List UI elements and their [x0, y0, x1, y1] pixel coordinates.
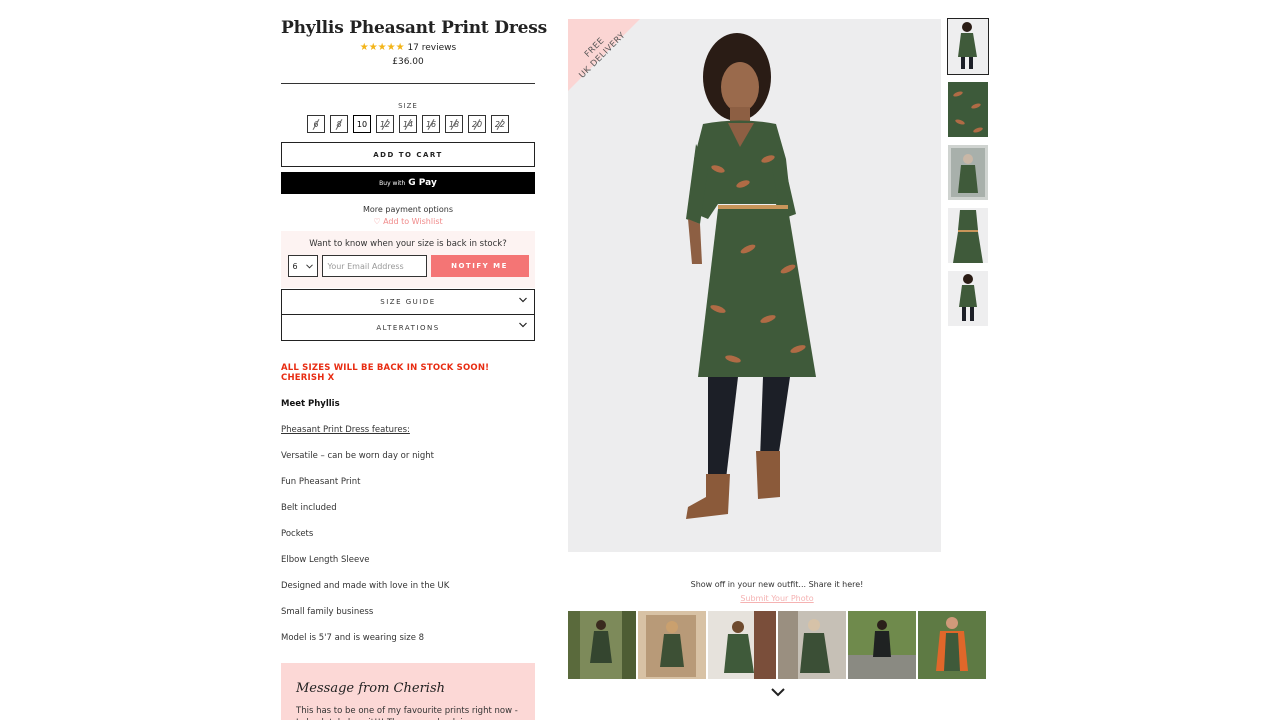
message-body: This has to be one of my favourite print…: [296, 706, 518, 720]
customer-photo-selfie-icon: [708, 611, 776, 679]
add-to-wishlist-link[interactable]: ♡ Add to Wishlist: [281, 217, 535, 226]
thumbnail-image[interactable]: [948, 82, 988, 137]
accordion-group: SIZE GUIDE ALTERATIONS: [281, 289, 535, 341]
chevron-down-icon: [519, 322, 527, 328]
size-option[interactable]: 22: [491, 115, 509, 133]
product-title: Phyllis Pheasant Print Dress: [281, 18, 547, 38]
size-option[interactable]: 10: [353, 115, 371, 133]
product-info: Phyllis Pheasant Print Dress ★★★★★ 17 re…: [281, 0, 547, 720]
buy-with-label: Buy with: [379, 179, 406, 187]
rating[interactable]: ★★★★★ 17 reviews: [281, 42, 535, 54]
model-back-thumbnail-icon: [948, 271, 988, 326]
size-guide-accordion[interactable]: SIZE GUIDE: [281, 289, 535, 315]
customer-photo-mirror-icon: [638, 611, 706, 679]
more-payment-options-link[interactable]: More payment options: [281, 205, 535, 214]
message-box: Message from Cherish This has to be one …: [281, 663, 535, 720]
thumbnail-image[interactable]: [948, 145, 988, 200]
feature-item: Fun Pheasant Print: [281, 477, 361, 487]
product-description: Meet Phyllis Pheasant Print Dress featur…: [281, 398, 535, 658]
customer-photo[interactable]: [708, 611, 776, 679]
add-to-cart-button[interactable]: ADD TO CART: [281, 142, 535, 167]
chevron-down-icon: [519, 297, 527, 303]
size-option[interactable]: 18: [445, 115, 463, 133]
back-in-stock-question: Want to know when your size is back in s…: [309, 239, 507, 249]
customer-photo[interactable]: [778, 611, 846, 679]
size-option[interactable]: 20: [468, 115, 486, 133]
google-pay-logo: G Pay: [408, 178, 437, 188]
star-rating-icon: ★★★★★: [359, 42, 405, 53]
customer-photo[interactable]: [568, 611, 636, 679]
notify-form: 6 Your Email Address NOTIFY ME: [281, 255, 535, 277]
divider: [281, 83, 535, 84]
description-heading: Meet Phyllis: [281, 399, 340, 409]
size-option[interactable]: 6: [307, 115, 325, 133]
google-pay-button[interactable]: Buy with G Pay: [281, 172, 535, 194]
notify-size-select[interactable]: 6: [287, 255, 318, 277]
restock-notice: ALL SIZES WILL BE BACK IN STOCK SOON! CH…: [281, 363, 490, 383]
customer-photo-closet-icon: [778, 611, 846, 679]
thumbnail-image[interactable]: [948, 208, 988, 263]
alterations-label: ALTERATIONS: [376, 323, 440, 332]
size-guide-label: SIZE GUIDE: [380, 298, 436, 306]
customer-photo-orange-cardigan-icon: [918, 611, 986, 679]
review-count[interactable]: 17 reviews: [407, 43, 456, 53]
features-heading: Pheasant Print Dress features:: [281, 425, 410, 435]
customer-photos-row: [568, 611, 986, 679]
size-option[interactable]: 8: [330, 115, 348, 133]
alterations-accordion[interactable]: ALTERATIONS: [281, 315, 535, 341]
submit-photo-link[interactable]: Submit Your Photo: [568, 594, 986, 603]
customer-photo[interactable]: [638, 611, 706, 679]
feature-item: Designed and made with love in the UK: [281, 581, 450, 591]
feature-item: Model is 5'7 and is wearing size 8: [281, 633, 425, 643]
customer-photo-forest-icon: [568, 611, 636, 679]
size-option[interactable]: 16: [422, 115, 440, 133]
customer-photo-thumbnail-icon: [948, 145, 988, 200]
size-selector: 6 8 10 12 14 16 18 20 22: [281, 115, 535, 133]
feature-item: Pockets: [281, 529, 314, 539]
thumbnail-image[interactable]: [947, 18, 989, 75]
customer-photo[interactable]: [918, 611, 986, 679]
message-title: Message from Cherish: [296, 681, 445, 696]
back-in-stock-box: Want to know when your size is back in s…: [281, 231, 535, 288]
feature-item: Elbow Length Sleeve: [281, 555, 370, 565]
notify-size-value: 6: [292, 261, 298, 271]
chevron-down-icon[interactable]: [768, 686, 788, 700]
size-option[interactable]: 12: [376, 115, 394, 133]
price: £36.00: [392, 57, 424, 67]
model-wearing-dress-image: [686, 33, 816, 519]
size-label: SIZE: [398, 102, 418, 110]
feature-item: Belt included: [281, 503, 337, 513]
customer-photo-garden-icon: [848, 611, 916, 679]
dress-closeup-thumbnail-icon: [948, 208, 988, 263]
chevron-down-icon: [305, 263, 313, 269]
customer-photo[interactable]: [848, 611, 916, 679]
thumbnail-image[interactable]: [948, 271, 988, 326]
main-product-image[interactable]: FREE UK DELIVERY: [568, 19, 941, 552]
thumbnail-gallery: [947, 18, 989, 334]
feature-item: Small family business: [281, 607, 374, 617]
email-input[interactable]: Your Email Address: [321, 255, 427, 277]
model-thumbnail-icon: [948, 19, 988, 74]
notify-me-button[interactable]: NOTIFY ME: [430, 255, 529, 277]
ugc-prompt: Show off in your new outfit... Share it …: [690, 580, 864, 589]
size-option[interactable]: 14: [399, 115, 417, 133]
feature-item: Versatile – can be worn day or night: [281, 451, 434, 461]
fabric-print-thumbnail-icon: [948, 82, 988, 137]
